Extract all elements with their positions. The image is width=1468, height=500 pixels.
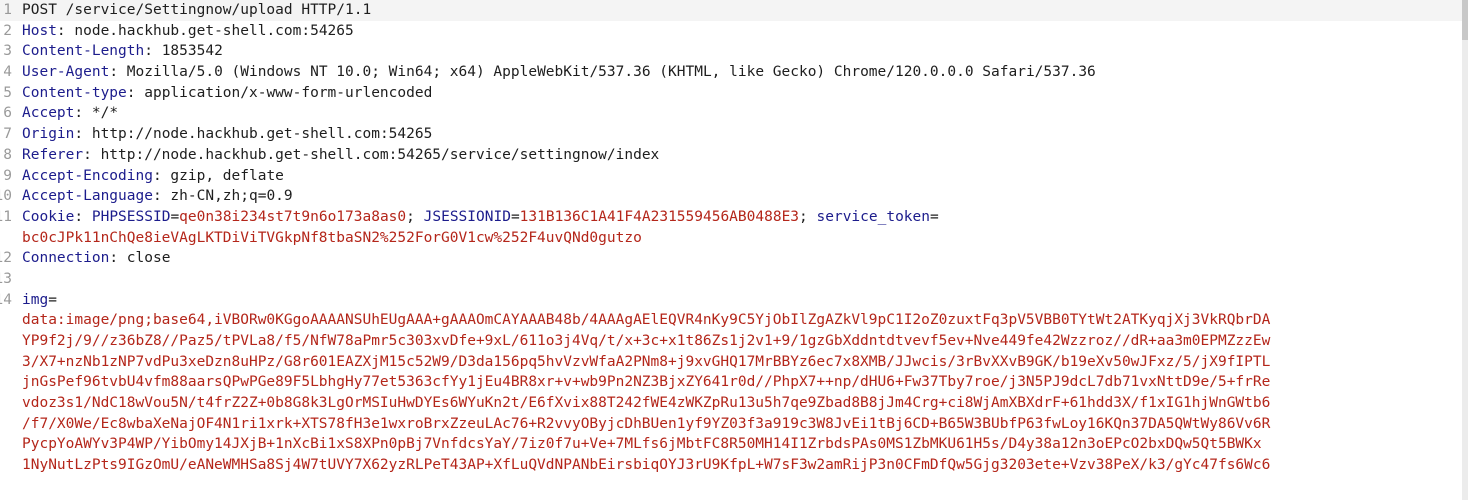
body-value-row[interactable]: /f7/X0We/Ec8wbaXeNajOF4N1ri1xrk+XTS78fH3… <box>0 414 1462 435</box>
vertical-scrollbar[interactable] <box>1462 0 1468 500</box>
header-value[interactable]: Mozilla/5.0 (Windows NT 10.0; Win64; x64… <box>127 64 1096 80</box>
line-number: 9 <box>3 167 12 184</box>
line-number: 7 <box>3 126 12 143</box>
body-value-row[interactable]: data:image/png;base64,iVBORw0KGgoAAAANSU… <box>0 310 1462 331</box>
line-number: 3 <box>3 43 12 60</box>
cookie-value-service-token[interactable]: bc0cJPk11nChQe8ieVAgLKTDiViTVGkpNf8tbaSN… <box>22 230 642 246</box>
body-value-line[interactable]: /f7/X0We/Ec8wbaXeNajOF4N1ri1xrk+XTS78fH3… <box>22 416 1270 432</box>
header-value[interactable]: node.hackhub.get-shell.com:54265 <box>74 23 353 39</box>
header-name: User-Agent <box>22 64 110 81</box>
body-value-line[interactable]: jnGsPef96tvbU4vfm88aarsQPwPGe89F5LbhgHy7… <box>22 374 1270 390</box>
line-number: 6 <box>3 105 12 122</box>
header-value[interactable]: */* <box>92 105 118 121</box>
http-request-editor[interactable]: 1 POST /service/Settingnow/upload HTTP/1… <box>0 0 1462 500</box>
header-name: Content-type <box>22 84 127 101</box>
body-param-name: img <box>22 291 49 308</box>
body-value-line[interactable]: YP9f2j/9//z36bZ8//Paz5/tPVLa8/f5/NfW78aP… <box>22 333 1270 349</box>
header-name: Host <box>22 22 57 39</box>
line-number: 1 <box>3 2 12 18</box>
header-value[interactable]: application/x-www-form-urlencoded <box>144 85 432 101</box>
header-row-accept-language[interactable]: 10 Accept-Language: zh-CN,zh;q=0.9 <box>0 186 1462 207</box>
body-value-row[interactable]: 1NyNutLzPts9IGzOmU/eANeWMHSa8Sj4W7tUVY7X… <box>0 455 1462 476</box>
cookie-name-service-token: service_token <box>816 208 931 225</box>
header-row-host[interactable]: 2 Host: node.hackhub.get-shell.com:54265 <box>0 21 1462 42</box>
blank-line-row[interactable]: 13 <box>0 269 1462 290</box>
header-value[interactable]: http://node.hackhub.get-shell.com:54265 <box>92 126 432 142</box>
cookie-continuation-row[interactable]: bc0cJPk11nChQe8ieVAgLKTDiViTVGkpNf8tbaSN… <box>0 228 1462 249</box>
header-row-accept-encoding[interactable]: 9 Accept-Encoding: gzip, deflate <box>0 166 1462 187</box>
header-value[interactable]: gzip, deflate <box>170 168 284 184</box>
line-number: 10 <box>0 188 12 205</box>
body-value-row[interactable]: vdoz3s1/NdC18wVou5N/t4frZ2Z+0b8G8k3LgOrM… <box>0 393 1462 414</box>
header-name: Accept <box>22 105 75 122</box>
header-value[interactable]: zh-CN,zh;q=0.9 <box>170 188 292 204</box>
body-value-line[interactable]: 3/X7+nzNb1zNP7vdPu3xeDzn8uHPz/G8r601EAZX… <box>22 354 1270 370</box>
request-line-row[interactable]: 1 POST /service/Settingnow/upload HTTP/1… <box>0 0 1462 21</box>
body-value-line[interactable]: PycpYoAWYv3P4WP/YibOmy14JXjB+1nXcBi1xS8X… <box>22 436 1262 452</box>
header-name: Cookie <box>22 208 75 225</box>
line-number: 2 <box>3 22 12 39</box>
header-row-referer[interactable]: 8 Referer: http://node.hackhub.get-shell… <box>0 145 1462 166</box>
header-row-origin[interactable]: 7 Origin: http://node.hackhub.get-shell.… <box>0 124 1462 145</box>
header-name: Origin <box>22 126 75 143</box>
header-row-content-length[interactable]: 3 Content-Length: 1853542 <box>0 41 1462 62</box>
header-name: Content-Length <box>22 43 145 60</box>
body-value-line[interactable]: vdoz3s1/NdC18wVou5N/t4frZ2Z+0b8G8k3LgOrM… <box>22 395 1270 411</box>
line-number: 13 <box>0 270 12 287</box>
header-name: Accept-Language <box>22 188 153 205</box>
cookie-value-phpsessid[interactable]: qe0n38i234st7t9n6o173a8as0 <box>179 209 406 225</box>
request-line[interactable]: POST /service/Settingnow/upload HTTP/1.1 <box>22 0 1462 21</box>
header-name: Accept-Encoding <box>22 167 153 184</box>
line-number: 8 <box>3 146 12 163</box>
body-value-line[interactable]: 1NyNutLzPts9IGzOmU/eANeWMHSa8Sj4W7tUVY7X… <box>22 457 1270 473</box>
body-value-row[interactable]: 3/X7+nzNb1zNP7vdPu3xeDzn8uHPz/G8r601EAZX… <box>0 352 1462 373</box>
header-row-cookie[interactable]: 11 Cookie: PHPSESSID=qe0n38i234st7t9n6o1… <box>0 207 1462 228</box>
header-value[interactable]: close <box>127 250 171 266</box>
header-name: Connection <box>22 250 110 267</box>
header-row-content-type[interactable]: 5 Content-type: application/x-www-form-u… <box>0 83 1462 104</box>
cookie-value-jsessionid[interactable]: 131B136C1A41F4A231559456AB0488E3 <box>520 209 799 225</box>
header-name: Referer <box>22 146 84 163</box>
body-value-row[interactable]: PycpYoAWYv3P4WP/YibOmy14JXjB+1nXcBi1xS8X… <box>0 434 1462 455</box>
header-row-connection[interactable]: 12 Connection: close <box>0 248 1462 269</box>
scrollbar-thumb[interactable] <box>1462 0 1468 40</box>
body-value-row[interactable]: YP9f2j/9//z36bZ8//Paz5/tPVLa8/f5/NfW78aP… <box>0 331 1462 352</box>
header-row-user-agent[interactable]: 4 User-Agent: Mozilla/5.0 (Windows NT 10… <box>0 62 1462 83</box>
header-row-accept[interactable]: 6 Accept: */* <box>0 103 1462 124</box>
header-value[interactable]: 1853542 <box>162 43 223 59</box>
header-value[interactable]: http://node.hackhub.get-shell.com:54265/… <box>101 147 660 163</box>
line-number: 4 <box>3 64 12 81</box>
cookie-name-phpsessid: PHPSESSID <box>91 208 171 225</box>
body-param-row[interactable]: 14 img= <box>0 290 1462 311</box>
line-number: 14 <box>0 291 12 308</box>
line-number: 11 <box>0 208 12 225</box>
line-number: 5 <box>3 84 12 101</box>
body-value-row[interactable]: jnGsPef96tvbU4vfm88aarsQPwPGe89F5LbhgHy7… <box>0 372 1462 393</box>
line-number: 12 <box>0 250 12 267</box>
body-value-line[interactable]: data:image/png;base64,iVBORw0KGgoAAAANSU… <box>22 312 1270 328</box>
cookie-name-jsessionid: JSESSIONID <box>423 208 511 225</box>
